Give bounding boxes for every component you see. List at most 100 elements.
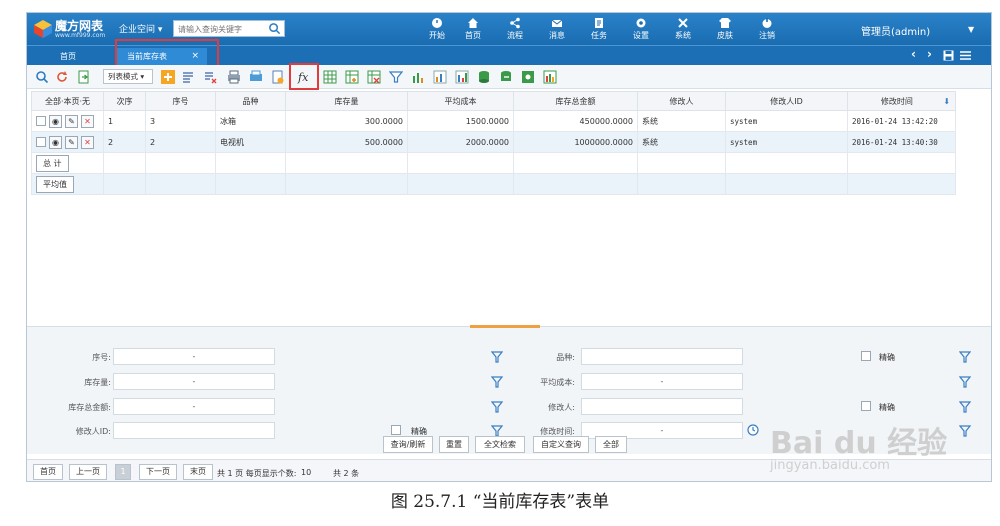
prev-page-button[interactable]: 上一页 [69, 464, 107, 480]
editor-input[interactable] [581, 398, 743, 415]
database-icon[interactable] [477, 70, 491, 84]
sort-down-icon[interactable]: ⬇ [943, 97, 950, 106]
column-header[interactable]: 次序 [103, 91, 146, 111]
row-actions: ◉ ✎ ✕ [36, 135, 99, 149]
table-row[interactable]: ◉ ✎ ✕ 1 3 冰箱 300.0000 1500.0000 450000.0… [31, 110, 956, 132]
first-page-button[interactable]: 首页 [33, 464, 63, 480]
select-all-header[interactable]: 全部·本页·无 [31, 91, 104, 111]
query-refresh-button[interactable]: 查询/刷新 [383, 436, 433, 453]
filter-icon[interactable] [389, 70, 403, 84]
row-checkbox[interactable] [36, 137, 46, 147]
column-header[interactable]: 修改人 [637, 91, 726, 111]
average-button[interactable]: 平均值 [36, 175, 74, 193]
kind-input[interactable] [581, 348, 743, 365]
reset-button[interactable]: 重置 [439, 436, 469, 453]
view-icon[interactable]: ◉ [49, 135, 62, 149]
exact-checkbox[interactable] [861, 401, 871, 411]
nav-system[interactable]: 系统 [663, 15, 703, 43]
database-config-icon[interactable] [521, 70, 535, 84]
last-page-button[interactable]: 末页 [183, 464, 213, 480]
nav-skin[interactable]: 皮肤 [705, 15, 745, 43]
calendar-clock-icon[interactable] [747, 424, 759, 436]
add-icon[interactable] [161, 70, 175, 84]
chevron-left-icon[interactable]: ‹ [911, 47, 916, 61]
table-row[interactable]: ◉ ✎ ✕ 2 2 电视机 500.0000 2000.0000 1000000… [31, 131, 956, 153]
row-checkbox[interactable] [36, 116, 46, 126]
nav-home[interactable]: 首页 [453, 15, 493, 43]
print-preview-icon[interactable] [249, 70, 263, 84]
filter-icon[interactable] [959, 401, 971, 413]
database-export-icon[interactable] [499, 70, 513, 84]
nav-logout[interactable]: 注销 [747, 15, 787, 43]
column-header[interactable]: 品种 [215, 91, 286, 111]
chart-column-icon[interactable] [433, 70, 447, 84]
qty-range-input[interactable]: - [113, 373, 275, 390]
total-range-input[interactable]: - [113, 398, 275, 415]
edit-list-icon[interactable] [181, 70, 195, 84]
filter-label-seq: 序号: [92, 353, 111, 362]
formula-icon[interactable]: fx [297, 70, 311, 84]
filter-icon[interactable] [959, 425, 971, 437]
chart-stat-icon[interactable] [455, 70, 469, 84]
search-input[interactable] [178, 23, 264, 35]
nav-flow[interactable]: 流程 [495, 15, 535, 43]
avg-range-input[interactable]: - [581, 373, 743, 390]
menu-icon[interactable] [960, 50, 971, 61]
editor-id-input[interactable] [113, 422, 275, 439]
chevron-down-icon[interactable]: ▼ [968, 25, 974, 34]
chevron-right-icon[interactable]: › [927, 47, 932, 61]
column-header[interactable]: 修改人ID [725, 91, 848, 111]
custom-query-button[interactable]: 自定义查询 [533, 436, 589, 453]
column-header-mtime[interactable]: 修改时间 ⬇ [847, 91, 956, 111]
column-header[interactable]: 序号 [145, 91, 216, 111]
filter-icon[interactable] [491, 351, 503, 363]
nav-settings[interactable]: 设置 [621, 15, 661, 43]
all-button[interactable]: 全部 [595, 436, 627, 453]
delete-list-icon[interactable] [203, 70, 217, 84]
page-size[interactable]: 10 [301, 468, 311, 477]
cell: 2016-01-24 13:40:30 [847, 131, 956, 153]
filter-icon[interactable] [491, 401, 503, 413]
document-icon[interactable] [271, 70, 285, 84]
grid-icon[interactable] [323, 70, 337, 84]
nav-task[interactable]: 任务 [579, 15, 619, 43]
save-icon[interactable] [943, 50, 954, 61]
fulltext-search-button[interactable]: 全文检索 [475, 436, 525, 453]
filter-icon[interactable] [491, 376, 503, 388]
grid-delete-icon[interactable] [367, 70, 381, 84]
chart-bar-icon[interactable] [411, 70, 425, 84]
edit-icon[interactable]: ✎ [65, 114, 78, 128]
user-name[interactable]: 管理员(admin) [861, 23, 930, 38]
grid-add-icon[interactable] [345, 70, 359, 84]
column-header[interactable]: 库存量 [285, 91, 408, 111]
filter-label-editor: 修改人: [548, 403, 575, 412]
nav-message[interactable]: 消息 [537, 15, 577, 43]
total-button[interactable]: 总 计 [36, 154, 69, 172]
nav-label: 设置 [633, 31, 649, 40]
exact-checkbox[interactable] [391, 425, 401, 435]
nav-start[interactable]: 开始 [417, 15, 457, 43]
filter-icon[interactable] [959, 351, 971, 363]
chart-pie-icon[interactable] [543, 70, 557, 84]
current-page-button[interactable]: 1 [115, 464, 131, 480]
next-page-button[interactable]: 下一页 [139, 464, 177, 480]
export-icon[interactable] [77, 70, 91, 84]
filter-icon[interactable] [959, 376, 971, 388]
column-header[interactable]: 库存总金额 [513, 91, 638, 111]
view-mode-select[interactable]: 列表模式 ▾ [103, 69, 153, 84]
column-header[interactable]: 平均成本 [407, 91, 514, 111]
delete-icon[interactable]: ✕ [81, 135, 94, 149]
edit-icon[interactable]: ✎ [65, 135, 78, 149]
tab-home[interactable]: 首页 [33, 48, 103, 66]
search-icon[interactable] [35, 70, 49, 84]
exact-checkbox[interactable] [861, 351, 871, 361]
filter-panel-handle[interactable] [470, 325, 540, 328]
space-menu[interactable]: 企业空间 ▾ [119, 22, 162, 35]
print-icon[interactable] [227, 70, 241, 84]
refresh-icon[interactable] [55, 70, 69, 84]
delete-icon[interactable]: ✕ [81, 114, 94, 128]
cell: 系统 [637, 131, 726, 153]
seq-range-input[interactable]: - [113, 348, 275, 365]
view-icon[interactable]: ◉ [49, 114, 62, 128]
search-icon[interactable] [268, 22, 281, 35]
